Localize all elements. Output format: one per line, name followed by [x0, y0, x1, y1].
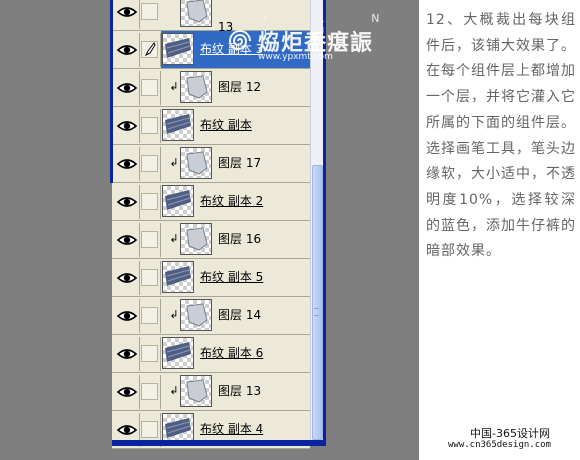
link-box[interactable]	[141, 193, 158, 210]
layer-thumbnail	[180, 0, 212, 27]
column-divider	[139, 223, 140, 257]
column-divider	[139, 261, 140, 295]
layer-row[interactable]: 布纹 副本	[112, 107, 310, 145]
layer-name-cell[interactable]: 布纹 副本 3	[161, 31, 310, 68]
eye-icon[interactable]	[116, 422, 138, 438]
link-box[interactable]	[141, 79, 158, 96]
layer-row[interactable]: 布纹 副本 3	[112, 31, 310, 69]
layer-name-cell[interactable]: ↲ 图层 13	[161, 373, 310, 410]
layer-thumbnail	[162, 261, 194, 293]
layer-row[interactable]: ↲ 图层 12	[112, 69, 310, 107]
layer-name: 图层 16	[218, 232, 262, 246]
link-box[interactable]	[141, 307, 158, 324]
eye-icon[interactable]	[116, 194, 138, 210]
link-box[interactable]	[141, 421, 158, 438]
link-box[interactable]	[141, 383, 158, 400]
layer-thumbnail	[162, 337, 194, 369]
column-divider	[139, 185, 140, 219]
layer-name-cell[interactable]: 布纹 副本 2	[161, 183, 310, 220]
clip-arrow-icon: ↲	[169, 308, 179, 321]
clip-arrow-icon: ↲	[169, 80, 179, 93]
layer-name: 布纹 副本 3	[200, 42, 264, 56]
layer-name-cell[interactable]: 布纹 副本	[161, 107, 310, 144]
layer-thumbnail	[180, 223, 212, 255]
panel-border	[323, 0, 326, 446]
clip-arrow-icon: ↲	[169, 232, 179, 245]
layer-thumbnail	[162, 185, 194, 217]
eye-icon[interactable]	[116, 42, 138, 58]
eye-icon[interactable]	[116, 118, 138, 134]
layer-thumbnail	[162, 109, 194, 141]
layer-name: 布纹 副本 2	[200, 194, 264, 208]
eye-icon[interactable]	[116, 156, 138, 172]
layer-name: 图层 12	[218, 80, 262, 94]
tutorial-step-text: 12、大概裁出每块组件后，该铺大效果了。在每个组件层上都增加一个层，并将它灌入它…	[426, 12, 576, 260]
column-divider	[139, 375, 140, 409]
layer-name: 布纹 副本 6	[200, 346, 264, 360]
layer-row[interactable]: ↲ 图层 14	[112, 297, 310, 335]
link-box[interactable]	[141, 155, 158, 172]
column-divider	[139, 0, 140, 29]
footer-site-url: www.cn365design.com	[448, 440, 551, 450]
eye-icon[interactable]	[116, 80, 138, 96]
layer-name: 布纹 副本	[200, 118, 252, 132]
link-box[interactable]	[141, 117, 158, 134]
column-divider	[139, 337, 140, 371]
panel-bottom-edge	[112, 440, 326, 446]
scrollbar-grip-icon	[314, 308, 319, 316]
eye-icon[interactable]	[116, 232, 138, 248]
eye-icon[interactable]	[116, 4, 138, 20]
layer-row[interactable]: 布纹 副本 5	[112, 259, 310, 297]
clip-arrow-icon: ↲	[169, 384, 179, 397]
layer-name: 图层 13	[218, 384, 262, 398]
eye-icon[interactable]	[116, 384, 138, 400]
layer-name-cell[interactable]: 13	[161, 0, 310, 34]
clip-arrow-icon: ↲	[169, 156, 179, 169]
layer-row[interactable]: ↲ 图层 17	[112, 145, 310, 183]
link-box[interactable]	[141, 269, 158, 286]
layer-name-cell[interactable]: ↲ 图层 16	[161, 221, 310, 258]
link-box[interactable]	[141, 345, 158, 362]
layer-name: 布纹 副本 5	[200, 270, 264, 284]
layer-thumbnail	[180, 71, 212, 103]
panel-edge	[110, 0, 113, 183]
eye-icon[interactable]	[116, 308, 138, 324]
column-divider	[139, 109, 140, 143]
column-divider	[139, 299, 140, 333]
layer-name-cell[interactable]: ↲ 图层 14	[161, 297, 310, 334]
link-box[interactable]	[141, 231, 158, 248]
layer-name: 图层 14	[218, 308, 262, 322]
layer-row-partial[interactable]: 13	[112, 0, 310, 34]
layer-name-cell[interactable]: ↲ 图层 12	[161, 69, 310, 106]
layer-name-cell[interactable]: 布纹 副本 6	[161, 335, 310, 372]
column-divider	[139, 33, 140, 67]
footer-site-name: 中国-365设计网	[470, 427, 550, 440]
layer-name-cell[interactable]: 布纹 副本 5	[161, 259, 310, 296]
column-divider	[139, 71, 140, 105]
layer-thumbnail	[162, 33, 194, 65]
eye-icon[interactable]	[116, 346, 138, 362]
layers-scrollbar[interactable]	[310, 0, 324, 440]
layer-thumbnail	[180, 375, 212, 407]
scrollbar-thumb[interactable]	[312, 165, 323, 440]
layer-row[interactable]: 布纹 副本 6	[112, 335, 310, 373]
layer-name-cell[interactable]: ↲ 图层 17	[161, 145, 310, 182]
layer-row[interactable]: 布纹 副本 2	[112, 183, 310, 221]
layer-row[interactable]: ↲ 图层 13	[112, 373, 310, 411]
layer-name: 布纹 副本 4	[200, 422, 264, 436]
brush-icon[interactable]	[141, 41, 158, 58]
eye-icon[interactable]	[116, 270, 138, 286]
column-divider	[139, 147, 140, 181]
layer-row[interactable]: ↲ 图层 16	[112, 221, 310, 259]
layer-thumbnail	[180, 147, 212, 179]
link-box[interactable]	[141, 3, 158, 20]
layer-name: 图层 17	[218, 156, 262, 170]
layer-thumbnail	[180, 299, 212, 331]
